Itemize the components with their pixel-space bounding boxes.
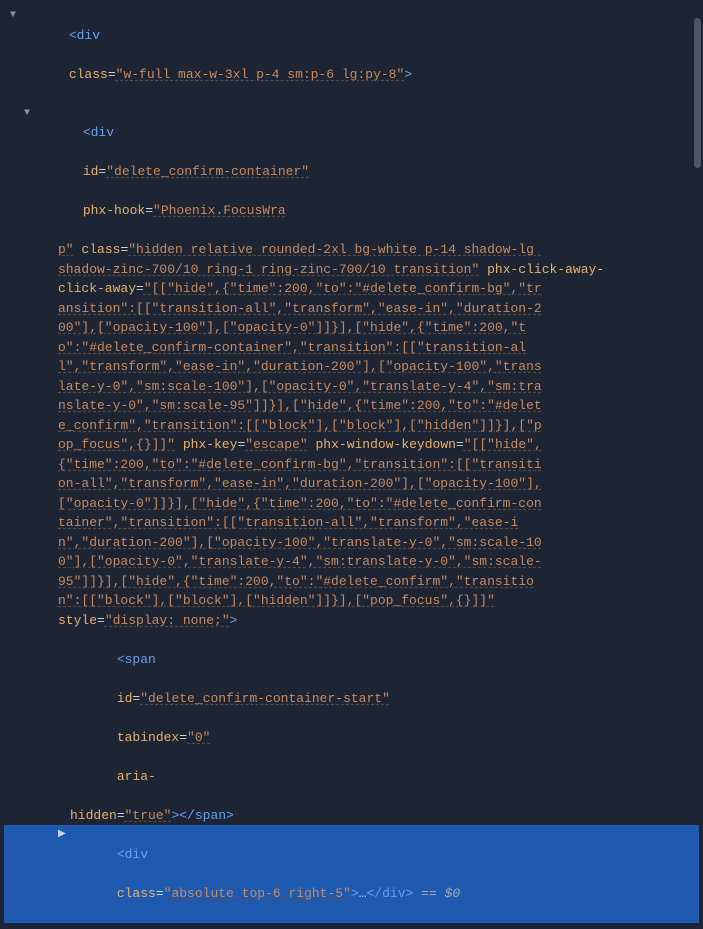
attr-continuation: click-away="[["hide",{"time":200,"to":"#… (4, 279, 699, 299)
attr-continuation: 95"]]}],["hide",{"time":200,"to":"#delet… (4, 572, 699, 592)
tree-node-selected[interactable]: ▶ <div class="absolute top-6 right-5">…<… (4, 825, 699, 923)
attr-continuation: ansition":[["transition-all","transform"… (4, 299, 699, 319)
chevron-right-icon[interactable]: ▶ (58, 825, 70, 844)
attr-continuation: n":[["block"],["block"],["hidden"]]}],["… (4, 591, 699, 611)
attr-continuation: style="display: none;"> (4, 611, 699, 631)
tree-node-div-container[interactable]: ▼ <div id="delete_confirm-container" phx… (4, 104, 699, 241)
chevron-down-icon[interactable]: ▼ (24, 104, 36, 123)
attr-continuation: {"time":200,"to":"#delete_confirm-bg","t… (4, 455, 699, 475)
console-ref: == $0 (413, 886, 460, 901)
attr-continuation: late-y-0","sm:scale-100"],["opacity-0","… (4, 377, 699, 397)
attr-continuation: 00"],["opacity-100"],["opacity-0"]]}],["… (4, 318, 699, 338)
attr-id-value[interactable]: "delete_confirm-container" (106, 164, 309, 179)
tag-name: <div (69, 28, 100, 43)
scrollbar-thumb[interactable] (694, 18, 701, 168)
dom-tree: ▼ <div class="w-full max-w-3xl p-4 sm:p-… (0, 0, 703, 929)
tree-node-div-outer[interactable]: ▼ <div class="w-full max-w-3xl p-4 sm:p-… (4, 6, 699, 104)
attr-class-value[interactable]: "w-full max-w-3xl p-4 sm:p-6 lg:py-8" (116, 67, 405, 82)
attr-continuation: hidden="true"></span> (4, 806, 699, 826)
attr-continuation: e_confirm","transition":[["block"],["blo… (4, 416, 699, 436)
attr-continuation: 0"],["opacity-0","translate-y-4","sm:tra… (4, 552, 699, 572)
attr-continuation: on-all","transform","ease-in","duration-… (4, 474, 699, 494)
attr-continuation: ["opacity-0"]]}],["hide",{"time":200,"to… (4, 494, 699, 514)
attr-continuation: tainer","transition":[["transition-all",… (4, 513, 699, 533)
chevron-down-icon[interactable]: ▼ (10, 6, 22, 25)
attr-continuation: n","duration-200"],["opacity-100","trans… (4, 533, 699, 553)
attr-class: class (69, 67, 108, 82)
ellipsis-icon[interactable]: … (359, 886, 367, 901)
attr-continuation: op_focus",{}]]" phx-key="escape" phx-win… (4, 435, 699, 455)
attr-continuation: nslate-y-0","sm:scale-95"]]}],["hide",{"… (4, 396, 699, 416)
tree-node-span[interactable]: <span id="delete_confirm-container-start… (4, 630, 699, 806)
attr-continuation: o":"#delete_confirm-container","transiti… (4, 338, 699, 358)
attr-continuation: l","transform","ease-in","duration-200"]… (4, 357, 699, 377)
attr-continuation: shadow-zinc-700/10 ring-1 ring-zinc-700/… (4, 260, 699, 280)
attr-continuation: p" class="hidden relative rounded-2xl bg… (4, 240, 699, 260)
